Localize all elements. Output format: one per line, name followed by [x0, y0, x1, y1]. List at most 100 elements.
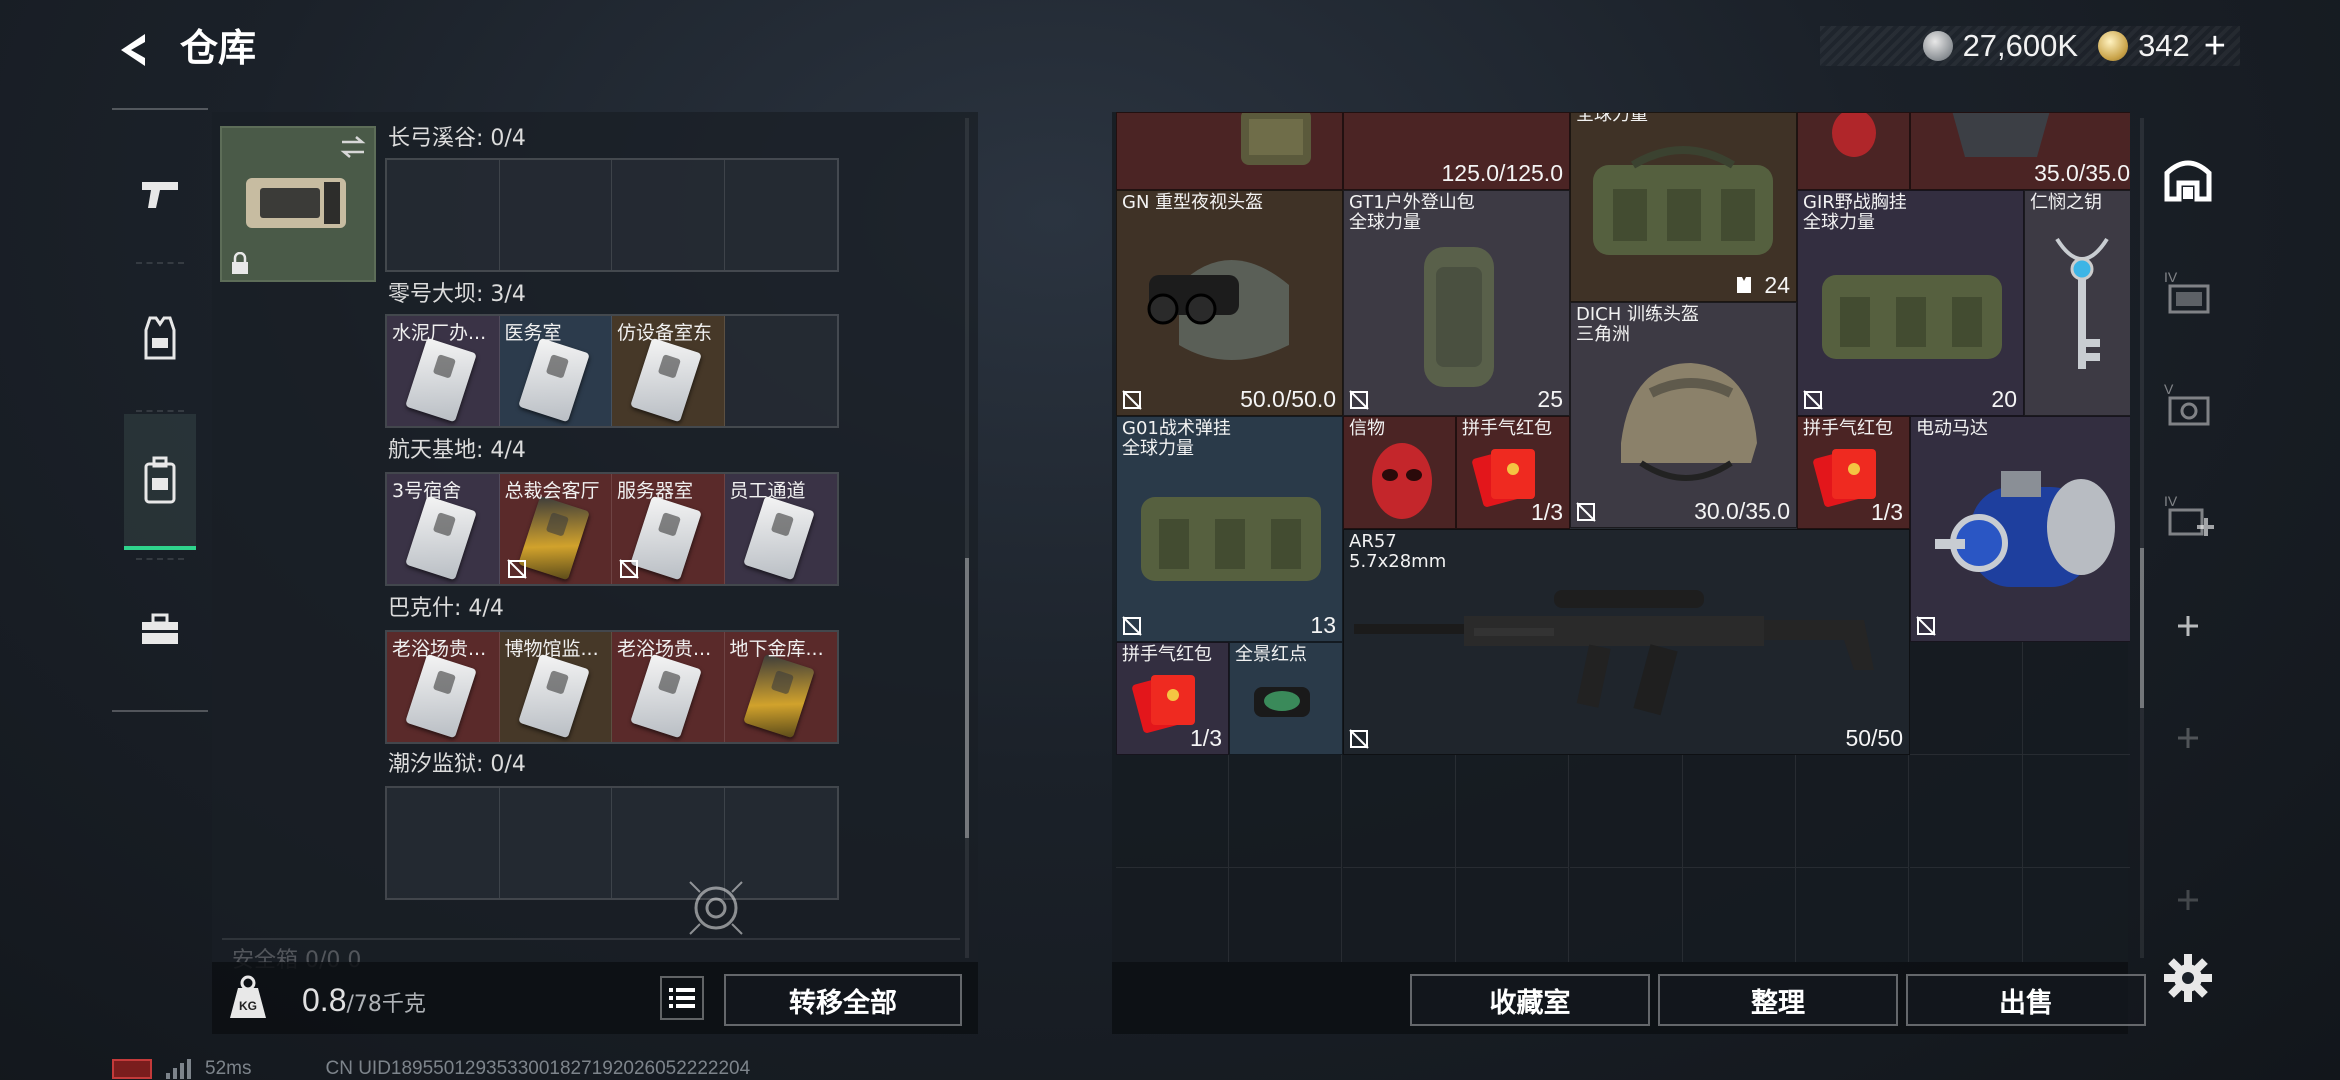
- tab-weapons[interactable]: [124, 126, 196, 262]
- back-button[interactable]: [110, 22, 160, 78]
- stash-item-motor[interactable]: 电动马达: [1910, 416, 2130, 642]
- stash-grid-cell[interactable]: [2023, 755, 2130, 868]
- stash-main-button[interactable]: [2156, 148, 2220, 212]
- stash-grid-cell[interactable]: [1910, 868, 2023, 962]
- key-slot[interactable]: 医务室: [499, 316, 612, 426]
- status-bar: 52ms CN UID18955012935330018271920260522…: [112, 1058, 750, 1080]
- stash-item-g01-vest[interactable]: G01战术弹挂 全球力量 13: [1116, 416, 1343, 642]
- key-label: 老浴场贵...: [392, 638, 487, 660]
- stash-item-hongbao-1[interactable]: 拼手气红包 1/3: [1456, 416, 1570, 529]
- stash-page-4-button[interactable]: IV: [2156, 260, 2220, 324]
- key-slot-empty[interactable]: [499, 788, 612, 898]
- key-panel-scrollbar[interactable]: [965, 118, 969, 958]
- tab-backpack[interactable]: [124, 414, 196, 550]
- silver-amount: 27,600K: [1962, 28, 2079, 63]
- key-slot[interactable]: 老浴场贵...: [612, 632, 725, 742]
- settings-gear-icon[interactable]: [2160, 950, 2216, 1006]
- collection-room-button[interactable]: 收藏室: [1410, 974, 1650, 1026]
- stash-grid-cell[interactable]: [1229, 868, 1343, 962]
- key-slot-empty[interactable]: [499, 160, 612, 270]
- stash-grid-cell[interactable]: [1456, 868, 1570, 962]
- stash-item-top-1[interactable]: [1116, 112, 1343, 190]
- key-slot-empty[interactable]: [724, 316, 837, 426]
- add-stash-page-button[interactable]: [2156, 706, 2220, 770]
- item-value: 25: [1537, 386, 1563, 412]
- toolbox-icon: [142, 613, 178, 644]
- add-stash-page-button[interactable]: [2156, 868, 2220, 932]
- stash-item-dich-helmet[interactable]: DICH 训练头盔 三角洲 30.0/35.0: [1570, 302, 1797, 528]
- stash-item-xinwu[interactable]: 信物: [1343, 416, 1456, 529]
- stash-grid-cell[interactable]: [1229, 755, 1343, 868]
- stash-grid-cell[interactable]: [1909, 642, 2023, 755]
- stash-grid-cell[interactable]: [2023, 642, 2130, 755]
- key-row-changgong: [385, 158, 839, 272]
- list-view-button[interactable]: [660, 976, 704, 1020]
- key-slot-empty[interactable]: [724, 160, 837, 270]
- weight-value: 0.8/78千克: [302, 982, 426, 1019]
- add-stash-page-button[interactable]: [2156, 594, 2220, 658]
- plus-icon: [2178, 890, 2198, 910]
- key-slot[interactable]: 仿设备室东: [612, 316, 725, 426]
- transfer-all-button[interactable]: 转移全部: [724, 974, 962, 1026]
- key-slot[interactable]: 服务器室: [612, 474, 725, 584]
- item-name: AR57: [1349, 531, 1397, 552]
- tab-equipment[interactable]: [124, 562, 196, 698]
- category-tabs: [112, 108, 208, 712]
- tab-armor[interactable]: [124, 270, 196, 406]
- stash-grid-cell[interactable]: [1796, 755, 1910, 868]
- stash-item-ar57[interactable]: AR57 5.7x28mm 50/50: [1343, 529, 1910, 755]
- stash-grid-cell[interactable]: [1909, 755, 2023, 868]
- stash-grid-cell[interactable]: [1683, 868, 1796, 962]
- item-sub: 全球力量: [1803, 212, 1875, 233]
- stash-item-top-2[interactable]: 125.0/125.0: [1343, 112, 1570, 190]
- key-slot[interactable]: 老浴场贵...: [387, 632, 500, 742]
- key-slot[interactable]: 博物馆监...: [499, 632, 612, 742]
- add-currency-button[interactable]: +: [2204, 25, 2226, 68]
- stash-grid-cell[interactable]: [1342, 755, 1456, 868]
- key-slot[interactable]: 水泥厂办...: [387, 316, 500, 426]
- key-label: 服务器室: [617, 480, 694, 502]
- section-title-dam: 零号大坝: 3/4: [388, 282, 526, 307]
- stash-item-hongbao-2[interactable]: 拼手气红包 1/3: [1797, 416, 1910, 529]
- stash-item-top-3[interactable]: [1797, 112, 1910, 190]
- stash-item-gt1-bag[interactable]: GT1户外登山包 全球力量 25: [1343, 190, 1570, 416]
- stash-page-add-button[interactable]: IV: [2156, 484, 2220, 548]
- battery-icon: [112, 1059, 152, 1079]
- sell-button[interactable]: 出售: [1906, 974, 2146, 1026]
- key-slot[interactable]: 总裁会客厅: [499, 474, 612, 584]
- key-slot[interactable]: 地下金库...: [724, 632, 837, 742]
- stash-grid-cell[interactable]: [1570, 868, 1683, 962]
- key-slot[interactable]: 3号宿舍: [387, 474, 500, 584]
- stash-item-top-4[interactable]: 35.0/35.0: [1910, 112, 2130, 190]
- key-slot-empty[interactable]: [387, 788, 500, 898]
- keycard-case-slot[interactable]: [220, 126, 376, 282]
- stash-item-hongbao-3[interactable]: 拼手气红包 1/3: [1116, 642, 1229, 755]
- stash-item-gn-helmet[interactable]: GN 重型夜视头盔 50.0/50.0: [1116, 190, 1343, 416]
- stash-grid: 125.0/125.0 全球力量 24 35.0/35.0 GN 重型夜视头盔 …: [1116, 112, 2130, 962]
- stash-item-big-bag[interactable]: 全球力量 24: [1570, 112, 1797, 302]
- key-slot-empty[interactable]: [612, 160, 725, 270]
- stash-item-gir-vest[interactable]: GIR野战胸挂 全球力量 20: [1797, 190, 2024, 416]
- stash-scrollbar[interactable]: [2140, 118, 2144, 958]
- stash-grid-cell[interactable]: [1569, 755, 1683, 868]
- item-name: 拼手气红包: [1803, 418, 1893, 439]
- stash-grid-cell[interactable]: [2023, 868, 2130, 962]
- stash-grid-cell[interactable]: [1456, 755, 1570, 868]
- stash-grid-cell[interactable]: [1796, 868, 1910, 962]
- item-value: 1/3: [1531, 499, 1563, 525]
- stash-grid-cell[interactable]: [1116, 755, 1229, 868]
- stash-item-reddot[interactable]: 全景红点: [1229, 642, 1343, 755]
- key-slot-empty[interactable]: [387, 160, 500, 270]
- stash-grid-cell[interactable]: [1683, 755, 1796, 868]
- key-slot[interactable]: 员工通道: [724, 474, 837, 584]
- stash-page-5-button[interactable]: V: [2156, 372, 2220, 436]
- keycard-icon: [630, 653, 702, 739]
- plus-icon: [2178, 616, 2198, 636]
- stash-grid-cell[interactable]: [1343, 868, 1456, 962]
- stash-item-key[interactable]: 仁悯之钥: [2024, 190, 2130, 416]
- organize-button[interactable]: 整理: [1658, 974, 1898, 1026]
- keycard-icon: [405, 495, 477, 581]
- ping-value: 52ms: [205, 1058, 252, 1079]
- stash-grid-cell[interactable]: [1116, 868, 1229, 962]
- item-sub: 5.7x28mm: [1349, 551, 1447, 572]
